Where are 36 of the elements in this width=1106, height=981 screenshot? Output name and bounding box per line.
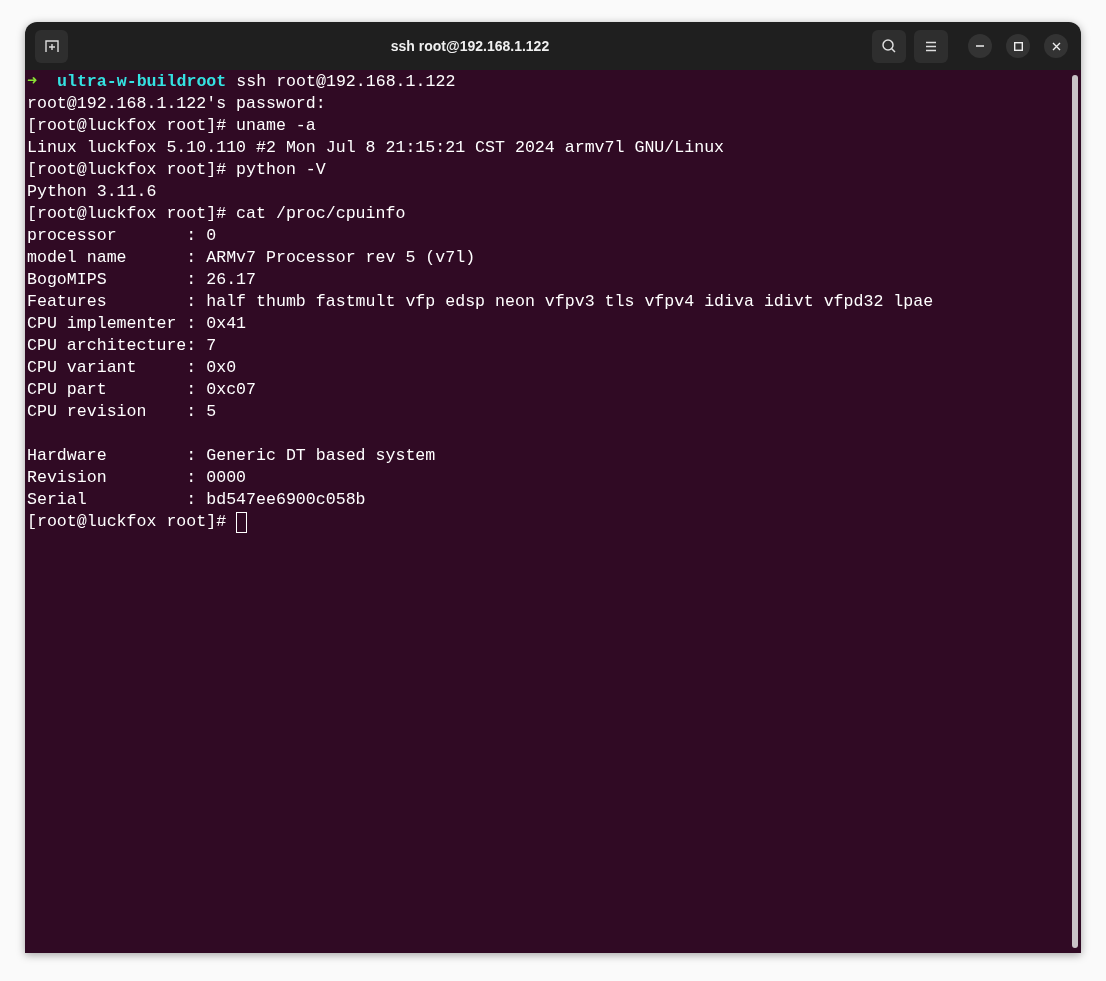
terminal-line: CPU variant : 0x0 [27, 357, 237, 379]
terminal-line: Features : half thumb fastmult vfp edsp neon vfpv3 tls vfpv4 idiva idivt vfpd32 lpae [27, 291, 934, 313]
terminal-line: model name : ARMv7 Processor rev 5 (v7l) [27, 247, 476, 269]
prompt-directory: ultra-w-buildroot [57, 71, 227, 93]
maximize-icon [1013, 41, 1023, 51]
terminal-prompt: [root@luckfox root]# [27, 511, 227, 533]
terminal-line: root@192.168.1.122's password: [27, 93, 326, 115]
terminal-line: Revision : 0000 [27, 467, 247, 489]
terminal-line: processor : 0 [27, 225, 217, 247]
terminal-line: Python 3.11.6 [27, 181, 157, 203]
search-icon [881, 38, 897, 54]
terminal-line: Serial : bd547ee6900c058b [27, 489, 366, 511]
search-button[interactable] [872, 29, 906, 63]
minimize-icon [976, 45, 984, 47]
menu-button[interactable] [914, 29, 948, 63]
menu-icon [925, 40, 937, 52]
terminal-line: CPU architecture: 7 [27, 335, 217, 357]
terminal-line: CPU implementer : 0x41 [27, 313, 247, 335]
scrollbar[interactable] [1072, 75, 1078, 948]
close-icon [1051, 41, 1061, 51]
terminal-line: [root@luckfox root]# cat /proc/cpuinfo [27, 203, 406, 225]
new-tab-button[interactable] [35, 29, 68, 63]
new-tab-icon [43, 38, 60, 54]
terminal-line: Linux luckfox 5.10.110 #2 Mon Jul 8 21:15:21 CST 2024 armv7l GNU/Linux [27, 137, 725, 159]
terminal-command: ssh root@192.168.1.122 [236, 71, 456, 93]
terminal-line: [root@luckfox root]# uname -a [27, 115, 316, 137]
maximize-button[interactable] [1006, 34, 1030, 58]
terminal-line: CPU part : 0xc07 [27, 379, 257, 401]
terminal-line: [root@luckfox root]# python -V [27, 159, 326, 181]
terminal-line: CPU revision : 5 [27, 401, 217, 423]
close-button[interactable] [1044, 34, 1068, 58]
terminal-line: BogoMIPS : 26.17 [27, 269, 257, 291]
minimize-button[interactable] [968, 34, 992, 58]
terminal-line: Hardware : Generic DT based system [27, 445, 436, 467]
window-title: ssh root@192.168.1.122 [390, 36, 550, 56]
prompt-arrow: ➜ [27, 71, 37, 93]
